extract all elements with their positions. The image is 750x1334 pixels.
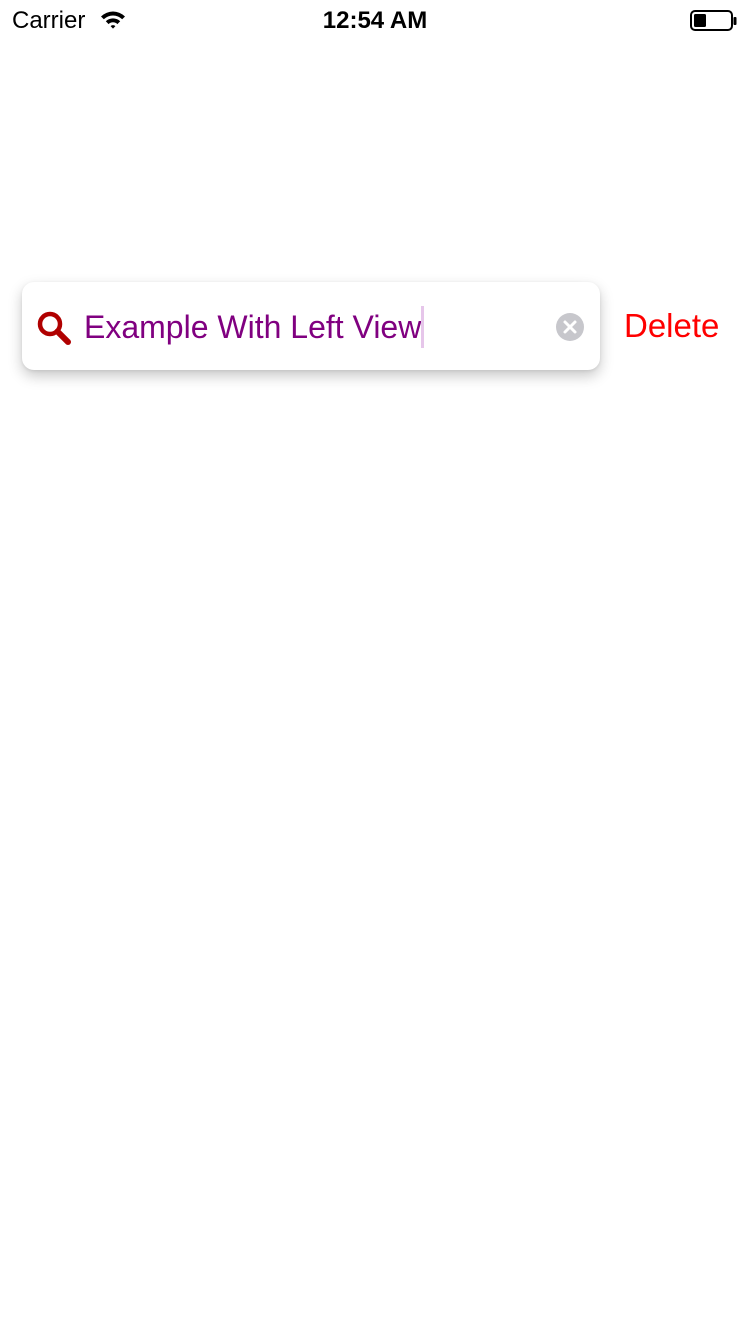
search-icon (36, 310, 72, 346)
status-time: 12:54 AM (322, 7, 428, 34)
search-input[interactable]: Example With Left View (84, 306, 425, 348)
status-bar: Carrier 12:54 AM (0, 0, 750, 40)
search-field[interactable]: Example With Left View (22, 282, 600, 370)
search-input-value: Example With Left View (84, 309, 422, 345)
delete-button[interactable]: Delete (624, 304, 719, 348)
clear-icon[interactable] (556, 313, 584, 341)
battery-icon (690, 10, 738, 32)
text-caret (421, 306, 425, 348)
